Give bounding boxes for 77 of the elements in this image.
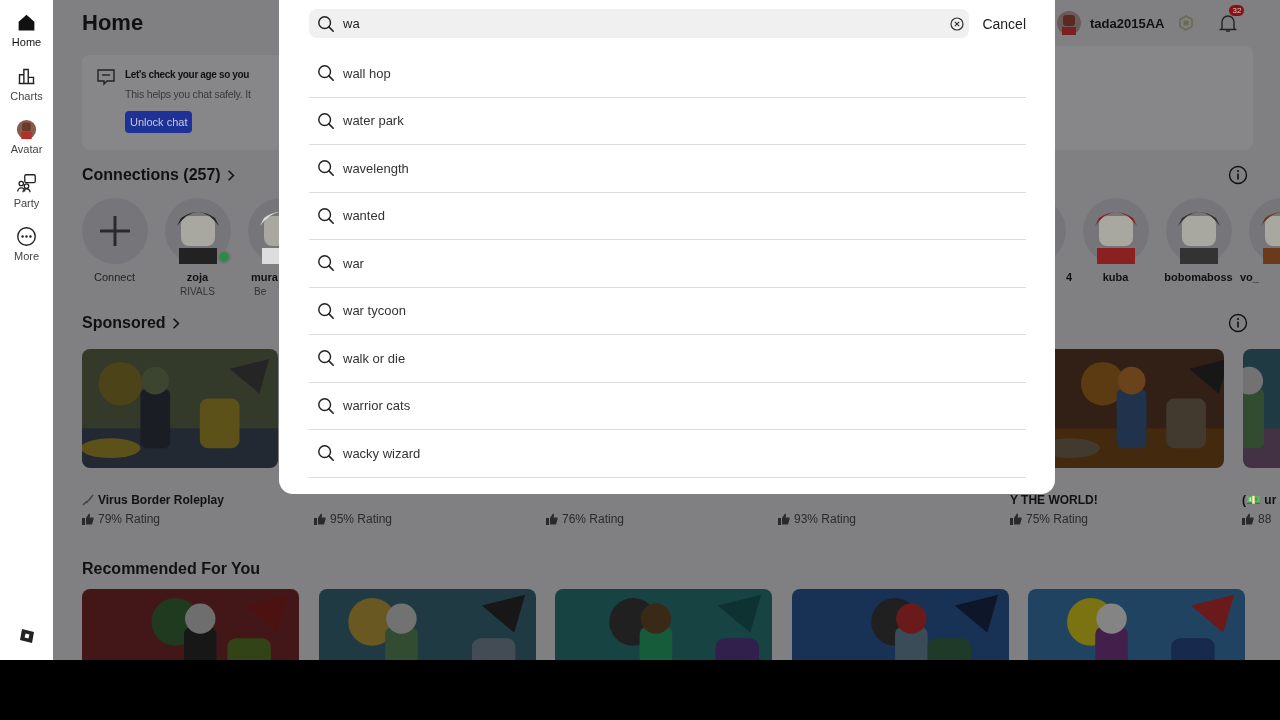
home-icon	[16, 12, 37, 33]
search-icon	[317, 254, 335, 273]
thumbs-up-icon	[82, 513, 94, 525]
unlock-chat-button[interactable]: Unlock chat	[125, 111, 193, 133]
thumbs-up-icon	[546, 513, 558, 525]
username[interactable]: tada2015AA	[1090, 15, 1165, 31]
chat-icon	[96, 67, 116, 87]
thumbs-up-icon	[314, 513, 326, 525]
search-suggestion[interactable]: war	[343, 255, 364, 271]
search-suggestion[interactable]: wanted	[343, 208, 385, 224]
search-suggestion[interactable]: wall hop	[343, 65, 391, 81]
search-icon	[317, 349, 335, 368]
game-rating: 75% Rating	[1026, 512, 1089, 526]
friend-name: kuba	[1102, 271, 1129, 283]
chevron-icon[interactable]	[171, 316, 180, 330]
thumbs-up-icon	[778, 513, 790, 525]
sponsored-icon	[82, 494, 94, 506]
party-icon	[16, 172, 37, 194]
friend-avatar[interactable]	[1082, 198, 1149, 264]
game-rating: 95% Rating	[330, 512, 393, 526]
game-title[interactable]: Virus Border Roleplay	[98, 493, 224, 507]
chevron-icon[interactable]	[226, 168, 235, 182]
section-title[interactable]: Sponsored	[82, 314, 166, 332]
sidebar-item[interactable]: Avatar	[0, 119, 53, 173]
info-icon[interactable]	[1228, 313, 1248, 333]
search-suggestion[interactable]: wacky wizard	[343, 445, 421, 461]
search-suggestion[interactable]: walk or die	[343, 350, 406, 366]
user-avatar[interactable]	[1057, 11, 1081, 35]
search-field[interactable]: wa	[309, 9, 970, 38]
more-icon	[16, 226, 37, 247]
banner-text: This helps you chat safely. It	[125, 88, 251, 100]
thumbs-up-icon	[1242, 513, 1254, 525]
sidebar-item[interactable]: Home	[0, 12, 53, 66]
friend-name: bobomaboss	[1164, 271, 1233, 283]
section-title: Recommended For You	[82, 559, 262, 579]
search-suggestion[interactable]: war tycoon	[343, 303, 406, 319]
search-icon	[317, 301, 335, 320]
search-icon	[317, 396, 335, 415]
clear-icon[interactable]	[950, 16, 965, 31]
friend-avatar[interactable]	[1165, 198, 1232, 264]
search-suggestion[interactable]: warrior cats	[343, 398, 411, 414]
cancel-button[interactable]: Cancel	[982, 15, 1026, 32]
search-icon	[317, 14, 335, 33]
avatar-icon	[16, 119, 37, 140]
thumbs-up-icon	[1010, 513, 1022, 525]
friend-name: 4	[1065, 271, 1073, 283]
search-suggestion[interactable]: water park	[343, 113, 404, 129]
bell-icon[interactable]	[1218, 13, 1239, 33]
section-title[interactable]: Connections (257)	[82, 166, 221, 184]
logo-icon[interactable]	[18, 628, 35, 644]
page-title: Home	[82, 9, 145, 37]
game-rating: 88	[1258, 512, 1272, 526]
search-icon	[317, 159, 335, 178]
friend-status: Be	[253, 286, 267, 297]
info-icon[interactable]	[1228, 165, 1248, 185]
game-rating: 76% Rating	[562, 512, 625, 526]
search-icon	[317, 64, 335, 83]
friend-status: RIVALS	[180, 286, 215, 297]
friend-name: zoja	[186, 271, 209, 283]
sidebar-item[interactable]: Party	[0, 172, 53, 226]
friend-name: vo_	[1240, 271, 1259, 283]
search-icon	[317, 111, 335, 130]
add-connection-icon[interactable]	[81, 198, 148, 264]
friend-name: mura	[250, 271, 278, 283]
friend-avatar[interactable]	[164, 198, 231, 264]
game-rating: 79% Rating	[98, 512, 161, 526]
search-icon	[317, 444, 335, 463]
game-rating: 93% Rating	[794, 512, 857, 526]
sidebar-item[interactable]: More	[0, 226, 53, 280]
game-title[interactable]: Y THE WORLD!	[1010, 493, 1098, 507]
search-suggestion[interactable]: wavelength	[343, 160, 409, 176]
notification-badge: 32	[1229, 5, 1245, 16]
banner-title: Let's check your age so you	[125, 69, 250, 80]
search-icon	[317, 206, 335, 225]
friend-name: Connect	[94, 271, 135, 283]
sidebar-item[interactable]: Charts	[0, 65, 53, 119]
game-title[interactable]: (💵 ur	[1242, 493, 1277, 507]
